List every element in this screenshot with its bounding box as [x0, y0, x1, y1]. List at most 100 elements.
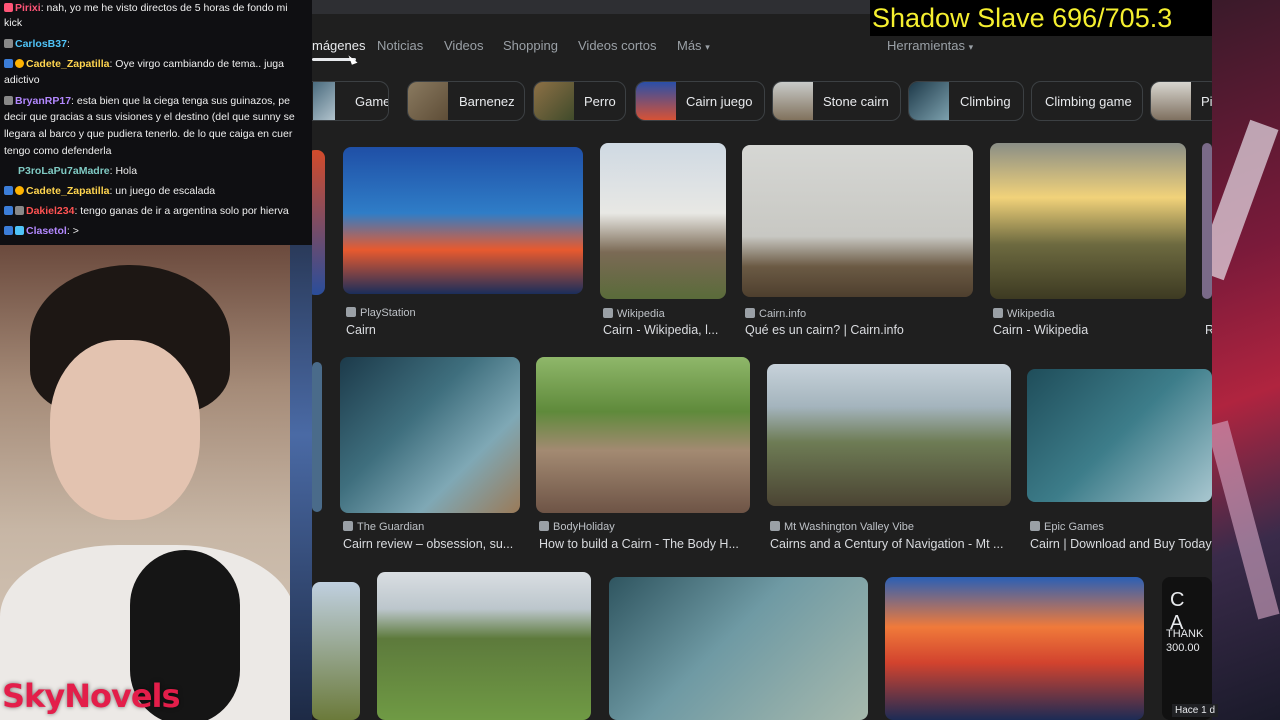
- tab-videos[interactable]: Videos: [444, 38, 484, 53]
- chat-message: decir que gracias a sus visiones y el de…: [4, 111, 295, 124]
- result-thumbnail: [1202, 143, 1212, 299]
- result-source-label: Mt Washington Valley Vibe: [784, 521, 915, 533]
- image-result[interactable]: Mt Washington Valley Vibe Cairns and a C…: [767, 364, 1011, 552]
- chip-stone-cairn[interactable]: Stone cairn: [772, 81, 901, 121]
- result-thumbnail: [742, 145, 973, 297]
- result-title[interactable]: Cairn - Wikipedia: [993, 323, 1185, 337]
- image-result[interactable]: [885, 577, 1144, 720]
- stream-overlay-title: Shadow Slave 696/705.3: [870, 0, 1212, 36]
- chat-badge-icon: [4, 3, 13, 12]
- chip-game[interactable]: Game: [312, 81, 389, 121]
- chat-username: BryanRP17: [15, 95, 72, 107]
- chip-label: Climbing: [960, 94, 1011, 109]
- source-favicon-icon: [343, 521, 353, 531]
- chip-thumbnail: [773, 82, 813, 120]
- chat-message: Dakiel234: tengo ganas de ir a argentina…: [4, 205, 289, 218]
- source-favicon-icon: [993, 308, 1003, 318]
- result-title[interactable]: Qué es un cairn? | Cairn.info: [745, 323, 973, 337]
- chat-text: llegara al barco y que pudiera tenerlo. …: [4, 128, 293, 140]
- chat-badge-icon: [4, 59, 13, 68]
- source-favicon-icon: [346, 307, 356, 317]
- result-source-label: Wikipedia: [1007, 308, 1055, 320]
- result-source-label: BodyHoliday: [553, 521, 615, 533]
- chat-message: Pirixi: nah, yo me he visto directos de …: [4, 2, 288, 15]
- result-title[interactable]: Cairn - Wikipedia, l...: [603, 323, 725, 337]
- result-thumbnail: [767, 364, 1011, 506]
- chip-label: Barnenez: [459, 94, 515, 109]
- result-thumbnail: [377, 572, 591, 720]
- chat-text: : esta bien que la ciega tenga sus guina…: [71, 95, 290, 107]
- result-title[interactable]: R: [1205, 323, 1212, 337]
- chip-label: Stone cairn: [823, 94, 889, 109]
- result-title[interactable]: Cairn review – obsession, su...: [343, 537, 521, 551]
- result-source: Wikipedia: [603, 308, 665, 320]
- image-result[interactable]: R: [1202, 143, 1212, 338]
- result-source-label: Epic Games: [1044, 521, 1104, 533]
- chat-text: : Oye virgo cambiando de tema.. juga: [109, 58, 284, 70]
- result-source-label: The Guardian: [357, 521, 425, 533]
- chat-text: : tengo ganas de ir a argentina solo por…: [74, 205, 289, 217]
- chevron-down-icon: ▾: [968, 42, 974, 52]
- image-result[interactable]: BodyHoliday How to build a Cairn - The B…: [536, 357, 750, 552]
- image-result[interactable]: Wikipedia Cairn - Wikipedia: [990, 143, 1186, 338]
- tools-button[interactable]: Herramientas ▾: [887, 38, 973, 53]
- chat-badge-icon: [4, 96, 13, 105]
- image-result[interactable]: Epic Games Cairn | Download and Buy Toda…: [1027, 369, 1212, 552]
- chip-partial[interactable]: Pi: [1150, 81, 1212, 121]
- tools-label: Herramientas: [887, 38, 966, 53]
- chat-message: Cadete_Zapatilla: un juego de escalada: [4, 185, 215, 198]
- chip-label: Perro: [584, 94, 616, 109]
- result-title[interactable]: Cairn | Download and Buy Today: [1030, 537, 1212, 551]
- chat-text: : Hola: [109, 165, 138, 177]
- tab-shopping[interactable]: Shopping: [503, 38, 558, 53]
- chat-badge-icon: [15, 226, 24, 235]
- result-source: Epic Games: [1030, 521, 1104, 533]
- tab-images[interactable]: mágenes: [312, 38, 365, 53]
- result-source: The Guardian: [343, 521, 424, 533]
- result-source-label: PlayStation: [360, 307, 416, 319]
- chat-text: tengo como defenderla: [4, 145, 112, 157]
- time-badge: Hace 1 d: [1172, 704, 1219, 717]
- chip-thumbnail: [408, 82, 448, 120]
- chip-cairn-juego[interactable]: Cairn juego: [635, 81, 765, 121]
- image-result[interactable]: [312, 362, 322, 512]
- result-source-label: Wikipedia: [617, 308, 665, 320]
- chat-message: tengo como defenderla: [4, 145, 111, 158]
- result-thumbnail: [340, 357, 520, 513]
- tab-news[interactable]: Noticias: [377, 38, 423, 53]
- browser-window: mágenes Noticias Videos Shopping Videos …: [312, 0, 1212, 720]
- chip-climbing[interactable]: Climbing: [908, 81, 1024, 121]
- chat-message: llegara al barco y que pudiera tenerlo. …: [4, 128, 292, 141]
- streamer-face: [50, 340, 200, 520]
- image-result[interactable]: [609, 577, 868, 720]
- tab-short-videos[interactable]: Videos cortos: [578, 38, 657, 53]
- chip-label: Game: [355, 94, 389, 109]
- chat-username: P3roLaPu7aMadre: [18, 165, 110, 177]
- image-result[interactable]: C A THANK 300.00: [1162, 577, 1212, 720]
- image-result[interactable]: [377, 572, 591, 720]
- result-thumbnail: [312, 150, 325, 295]
- tab-more[interactable]: Más ▾: [677, 38, 710, 53]
- chat-badge-icon: [4, 186, 13, 195]
- chat-text: : >: [66, 225, 79, 237]
- chip-perro[interactable]: Perro: [533, 81, 626, 121]
- webcam-side-border: [290, 245, 312, 720]
- result-title[interactable]: Cairn: [346, 323, 581, 337]
- image-result[interactable]: [312, 150, 325, 295]
- chip-climbing-game[interactable]: Climbing game: [1031, 81, 1143, 121]
- result-title[interactable]: How to build a Cairn - The Body H...: [539, 537, 751, 551]
- result-thumbnail: C A THANK 300.00: [1162, 577, 1212, 720]
- result-title[interactable]: Cairns and a Century of Navigation - Mt …: [770, 537, 1010, 551]
- image-result[interactable]: The Guardian Cairn review – obsession, s…: [340, 357, 520, 552]
- result-source: Mt Washington Valley Vibe: [770, 521, 914, 533]
- chat-text: :: [66, 38, 70, 50]
- image-result[interactable]: [312, 582, 360, 720]
- image-result[interactable]: PlayStation Cairn: [343, 147, 583, 337]
- chevron-down-icon: ▾: [705, 42, 710, 52]
- result-source-label: Cairn.info: [759, 308, 807, 320]
- image-result[interactable]: Wikipedia Cairn - Wikipedia, l...: [600, 143, 726, 338]
- chip-barnenez[interactable]: Barnenez: [407, 81, 525, 121]
- chip-thumbnail: [313, 82, 335, 120]
- chat-badge-icon: [15, 59, 24, 68]
- image-result[interactable]: Cairn.info Qué es un cairn? | Cairn.info: [742, 145, 973, 338]
